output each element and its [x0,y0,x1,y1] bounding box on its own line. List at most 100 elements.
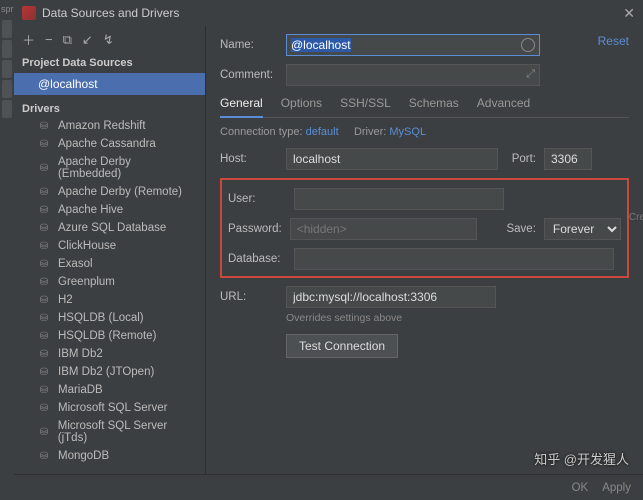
driver-item[interactable]: ⛁Microsoft SQL Server [14,399,205,417]
driver-icon: ⛁ [38,426,50,438]
remove-icon[interactable]: − [45,32,53,47]
user-label: User: [228,193,286,205]
port-label: Port: [506,153,536,165]
driver-item[interactable]: ⛁ ClickHouse [14,237,205,255]
driver-icon: ⛁ [38,258,50,270]
driver-label: Azure SQL Database [58,222,166,234]
driver-item[interactable]: ⛁IBM Db2 [14,345,205,363]
reset-link[interactable]: Reset [598,34,629,48]
password-input[interactable] [290,218,477,240]
test-connection-button[interactable]: Test Connection [286,334,398,358]
tab-advanced[interactable]: Advanced [477,96,530,117]
side-cropped-text: Cre [629,212,643,223]
project-ds-header: Project Data Sources [14,53,205,73]
tab-general[interactable]: General [220,96,263,118]
tab-options[interactable]: Options [281,96,322,117]
driver-icon: ⛁ [38,186,50,198]
database-input[interactable] [294,248,614,270]
tab-sshssl[interactable]: SSH/SSL [340,96,391,117]
url-hint: Overrides settings above [286,312,629,324]
driver-icon: ⛁ [38,162,50,174]
password-label: Password: [228,223,282,235]
host-input[interactable] [286,148,498,170]
driver-icon: ⛁ [38,222,50,234]
driver-label: MongoDB [58,450,109,462]
port-input[interactable] [544,148,592,170]
driver-item[interactable]: ⛁ Apache Derby (Remote) [14,183,205,201]
app-icon [22,6,36,20]
dialog-window: Data Sources and Drivers ✕ ＋ − ⧉ ↙ ↯ Pro… [14,0,643,500]
driver-icon: ⛁ [38,120,50,132]
save-label: Save: [485,223,536,235]
editor-gutter-text: spr [1,4,14,14]
driver-list: ⛁Amazon Redshift⛁Apache Cassandra⛁Apache… [14,117,205,500]
name-label: Name: [220,39,278,51]
ok-button[interactable]: OK [572,482,589,494]
copy-icon[interactable]: ⧉ [63,32,72,48]
close-icon[interactable]: ✕ [623,5,635,22]
tabs: General Options SSH/SSL Schemas Advanced [220,94,629,118]
driver-icon: ⛁ [38,312,50,324]
driver-item[interactable]: ⛁Microsoft SQL Server (jTds) [14,417,205,447]
driver-icon: ⛁ [38,240,50,252]
driver-item[interactable]: ⛁ Apache Cassandra [14,135,205,153]
driver-icon: ⛁ [38,330,50,342]
driver-item[interactable]: ⛁ Amazon Redshift [14,117,205,135]
user-input[interactable] [294,188,504,210]
driver-label: HSQLDB (Local) [58,312,144,324]
datasource-item[interactable]: @localhost [14,73,205,95]
tab-schemas[interactable]: Schemas [409,96,459,117]
driver-label: Exasol [58,258,93,270]
comment-label: Comment: [220,69,278,81]
driver-item[interactable]: ⛁Apache Hive [14,201,205,219]
credentials-highlight-box: User: Password: Save: Forever Database: [220,178,629,278]
driver-label: Apache Cassandra [58,138,156,150]
driver-item[interactable]: ⛁H2 [14,291,205,309]
driver-icon: ⛁ [38,384,50,396]
comment-input[interactable]: ⤢ [286,64,540,86]
save-select[interactable]: Forever [544,218,621,240]
driver-item[interactable]: ⛁ IBM Db2 (JTOpen) [14,363,205,381]
driver-label: Apache Derby (Embedded) [58,156,197,180]
driver-icon: ⛁ [38,138,50,150]
driver-item[interactable]: ⛁ Azure SQL Database [14,219,205,237]
driver-label: Apache Derby (Remote) [58,186,182,198]
database-label: Database: [228,253,286,265]
apply-button[interactable]: Apply [602,482,631,494]
driver-label: IBM Db2 (JTOpen) [58,366,154,378]
name-input[interactable] [291,38,521,52]
connection-info: Connection type: default Driver: MySQL [220,126,629,138]
driver-label: Amazon Redshift [58,120,146,132]
driver-label: ClickHouse [58,240,116,252]
refresh-icon[interactable]: ↙ [82,32,93,48]
window-title: Data Sources and Drivers [42,6,623,20]
conn-type-link[interactable]: default [306,126,339,138]
url-input[interactable] [286,286,496,308]
driver-icon: ⛁ [38,450,50,462]
bottom-bar: OK Apply [14,474,643,500]
wrench-icon[interactable]: ↯ [103,32,114,48]
expand-icon[interactable]: ⤢ [526,68,535,81]
driver-item[interactable]: ⛁ MongoDB [14,447,205,465]
driver-item[interactable]: ⛁ Apache Derby (Embedded) [14,153,205,183]
sidebar-toolbar: ＋ − ⧉ ↙ ↯ [14,26,205,53]
driver-icon: ⛁ [38,348,50,360]
add-icon[interactable]: ＋ [22,30,35,49]
titlebar: Data Sources and Drivers ✕ [14,0,643,26]
sidebar: ＋ − ⧉ ↙ ↯ Project Data Sources @localhos… [14,26,206,500]
driver-link[interactable]: MySQL [389,126,426,138]
driver-label: MariaDB [58,384,103,396]
driver-icon: ⛁ [38,204,50,216]
driver-item[interactable]: ⛁Greenplum [14,273,205,291]
driver-icon: ⛁ [38,366,50,378]
watermark: 知乎 @开发猩人 [534,449,629,468]
driver-label: Microsoft SQL Server [58,402,168,414]
driver-item[interactable]: ⛁ Exasol [14,255,205,273]
driver-item[interactable]: ⛁ MariaDB [14,381,205,399]
name-input-wrap[interactable] [286,34,540,56]
drivers-header: Drivers [14,95,205,117]
url-label: URL: [220,291,278,303]
driver-item[interactable]: ⛁HSQLDB (Remote) [14,327,205,345]
driver-item[interactable]: ⛁ HSQLDB (Local) [14,309,205,327]
color-picker-icon[interactable] [521,38,535,52]
